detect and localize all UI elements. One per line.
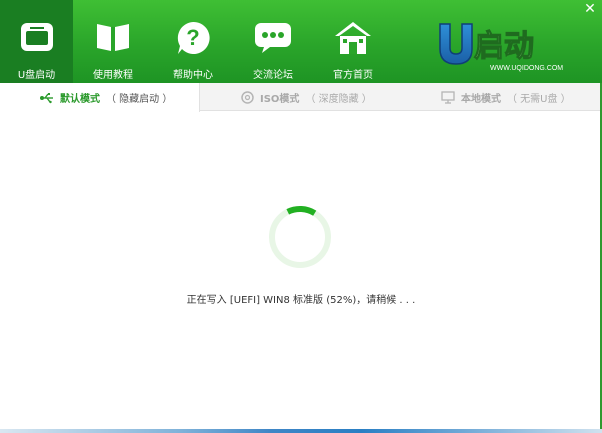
- nav-item-usb-boot[interactable]: U盘启动: [0, 0, 73, 83]
- nav-item-label: 使用教程: [93, 70, 133, 81]
- taskbar-strip: [0, 429, 602, 433]
- tab-label: 默认模式: [60, 94, 100, 105]
- spinner-arc: [286, 206, 317, 216]
- tab-sublabel: （ 深度隐藏 ）: [305, 93, 372, 105]
- tab-default-mode[interactable]: 默认模式 （ 隐藏启动 ）: [0, 83, 200, 112]
- monitor-icon: [441, 90, 455, 104]
- logo-url: WWW.UQIDONG.COM: [490, 65, 563, 72]
- main-nav: U盘启动 使用教程 ? 帮助中心 交流论坛 官方首页: [0, 0, 393, 83]
- header-bar: U盘启动 使用教程 ? 帮助中心 交流论坛 官方首页 启动 WWW.UQIDON…: [0, 0, 602, 83]
- brand-logo: 启动 WWW.UQIDONG.COM: [434, 18, 574, 76]
- tab-label: ISO模式: [260, 93, 300, 105]
- tab-label: 本地模式: [461, 93, 501, 105]
- nav-item-label: 交流论坛: [253, 70, 293, 81]
- tab-local-mode[interactable]: 本地模式 （ 无需U盘 ）: [441, 83, 571, 111]
- svg-text:?: ?: [186, 25, 199, 50]
- nav-item-label: U盘启动: [17, 70, 56, 81]
- tab-sublabel: （ 无需U盘 ）: [507, 93, 571, 105]
- disc-icon: [241, 90, 254, 104]
- nav-item-forum[interactable]: 交流论坛: [233, 0, 313, 83]
- tab-sublabel: （ 隐藏启动 ）: [106, 94, 173, 105]
- nav-item-label: 官方首页: [333, 70, 373, 81]
- chat-icon: [254, 20, 292, 58]
- nav-item-tutorial[interactable]: 使用教程: [73, 0, 153, 83]
- window-icon: [20, 20, 54, 58]
- mode-tabs: 默认模式 （ 隐藏启动 ） ISO模式 （ 深度隐藏 ） 本地模式 （ 无需U盘…: [0, 83, 602, 112]
- close-button[interactable]: ✕: [582, 1, 598, 17]
- book-icon: [95, 20, 131, 58]
- nav-item-help-center[interactable]: ? 帮助中心: [153, 0, 233, 83]
- loading-spinner: [267, 204, 333, 270]
- spinner-track: [269, 206, 331, 268]
- logo-text: 启动: [474, 29, 534, 64]
- nav-item-homepage[interactable]: 官方首页: [313, 0, 393, 83]
- content-area: [0, 112, 602, 430]
- usb-icon: [40, 92, 54, 104]
- tab-iso-mode[interactable]: ISO模式 （ 深度隐藏 ）: [241, 83, 372, 111]
- progress-status-text: 正在写入 [UEFI] WIN8 标准版 (52%)，请稍候 . . .: [186, 295, 416, 306]
- nav-item-label: 帮助中心: [173, 70, 213, 81]
- home-icon: [334, 20, 372, 60]
- question-icon: ?: [175, 20, 211, 60]
